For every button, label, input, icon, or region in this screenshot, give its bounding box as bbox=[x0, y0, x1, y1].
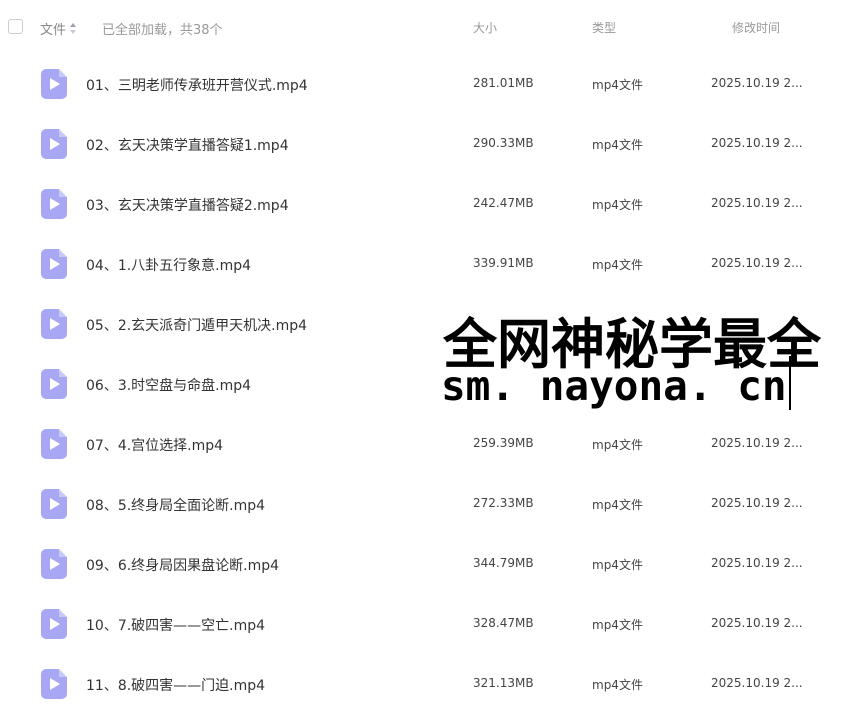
file-name[interactable]: 01、三明老师传承班开营仪式.mp4 bbox=[86, 75, 308, 95]
file-size: 281.01MB bbox=[473, 76, 534, 90]
file-size: 290.33MB bbox=[473, 136, 534, 150]
watermark-url: sm. nayona. cn bbox=[441, 362, 787, 410]
play-icon bbox=[50, 378, 60, 390]
file-modified-time: 2025.10.19 2... bbox=[711, 676, 803, 690]
play-icon bbox=[50, 498, 60, 510]
play-icon bbox=[50, 138, 60, 150]
file-row[interactable]: 10、7.破四害——空亡.mp4 328.47MB mp4文件 2025.10.… bbox=[0, 594, 845, 654]
text-cursor bbox=[789, 356, 791, 410]
sort-icon[interactable] bbox=[70, 22, 77, 35]
file-name[interactable]: 04、1.八卦五行象意.mp4 bbox=[86, 255, 251, 275]
file-name[interactable]: 08、5.终身局全面论断.mp4 bbox=[86, 495, 265, 515]
file-name[interactable]: 07、4.宫位选择.mp4 bbox=[86, 435, 223, 455]
video-file-icon bbox=[41, 609, 67, 639]
video-file-icon bbox=[41, 429, 67, 459]
play-icon bbox=[50, 558, 60, 570]
file-size: 339.91MB bbox=[473, 256, 534, 270]
file-name[interactable]: 10、7.破四害——空亡.mp4 bbox=[86, 615, 265, 635]
file-type: mp4文件 bbox=[592, 138, 643, 152]
file-row[interactable]: 11、8.破四害——门迫.mp4 321.13MB mp4文件 2025.10.… bbox=[0, 654, 845, 714]
file-row[interactable]: 03、玄天决策学直播答疑2.mp4 242.47MB mp4文件 2025.10… bbox=[0, 174, 845, 234]
file-size: 344.79MB bbox=[473, 556, 534, 570]
file-modified-time: 2025.10.19 2... bbox=[711, 76, 803, 90]
file-size: 259.39MB bbox=[473, 436, 534, 450]
file-name[interactable]: 11、8.破四害——门迫.mp4 bbox=[86, 675, 265, 695]
file-type: mp4文件 bbox=[592, 678, 643, 692]
file-row[interactable]: 07、4.宫位选择.mp4 259.39MB mp4文件 2025.10.19 … bbox=[0, 414, 845, 474]
file-type: mp4文件 bbox=[592, 258, 643, 272]
file-type: mp4文件 bbox=[592, 618, 643, 632]
play-icon bbox=[50, 678, 60, 690]
file-row[interactable]: 01、三明老师传承班开营仪式.mp4 281.01MB mp4文件 2025.1… bbox=[0, 54, 845, 114]
play-icon bbox=[50, 78, 60, 90]
load-status-text: 已全部加载，共38个 bbox=[102, 23, 223, 38]
column-header-type[interactable]: 类型 bbox=[592, 19, 616, 36]
video-file-icon bbox=[41, 669, 67, 699]
file-modified-time: 2025.10.19 2... bbox=[711, 616, 803, 630]
file-modified-time: 2025.10.19 2... bbox=[711, 196, 803, 210]
file-modified-time: 2025.10.19 2... bbox=[711, 436, 803, 450]
video-file-icon bbox=[41, 489, 67, 519]
column-header-name[interactable]: 文件 bbox=[40, 19, 77, 38]
file-size: 321.13MB bbox=[473, 676, 534, 690]
file-name[interactable]: 03、玄天决策学直播答疑2.mp4 bbox=[86, 195, 289, 215]
file-type: mp4文件 bbox=[592, 78, 643, 92]
watermark-overlay: 全网神秘学最全 sm. nayona. cn bbox=[441, 296, 845, 416]
file-modified-time: 2025.10.19 2... bbox=[711, 136, 803, 150]
file-row[interactable]: 09、6.终身局因果盘论断.mp4 344.79MB mp4文件 2025.10… bbox=[0, 534, 845, 594]
file-size: 328.47MB bbox=[473, 616, 534, 630]
file-type: mp4文件 bbox=[592, 438, 643, 452]
file-name[interactable]: 09、6.终身局因果盘论断.mp4 bbox=[86, 555, 279, 575]
file-list-header: 文件 已全部加载，共38个 大小 类型 修改时间 bbox=[0, 0, 845, 55]
play-icon bbox=[50, 258, 60, 270]
file-type: mp4文件 bbox=[592, 498, 643, 512]
file-type: mp4文件 bbox=[592, 198, 643, 212]
column-header-modified-time[interactable]: 修改时间 bbox=[732, 19, 780, 36]
column-header-name-label: 文件 bbox=[40, 23, 67, 38]
video-file-icon bbox=[41, 549, 67, 579]
video-file-icon bbox=[41, 189, 67, 219]
video-file-icon bbox=[41, 129, 67, 159]
file-row[interactable]: 04、1.八卦五行象意.mp4 339.91MB mp4文件 2025.10.1… bbox=[0, 234, 845, 294]
file-modified-time: 2025.10.19 2... bbox=[711, 496, 803, 510]
file-modified-time: 2025.10.19 2... bbox=[711, 556, 803, 570]
file-modified-time: 2025.10.19 2... bbox=[711, 256, 803, 270]
file-size: 242.47MB bbox=[473, 196, 534, 210]
file-type: mp4文件 bbox=[592, 558, 643, 572]
column-header-size[interactable]: 大小 bbox=[473, 19, 497, 36]
play-icon bbox=[50, 438, 60, 450]
file-row[interactable]: 08、5.终身局全面论断.mp4 272.33MB mp4文件 2025.10.… bbox=[0, 474, 845, 534]
video-file-icon bbox=[41, 369, 67, 399]
video-file-icon bbox=[41, 69, 67, 99]
video-file-icon bbox=[41, 249, 67, 279]
video-file-icon bbox=[41, 309, 67, 339]
select-all-checkbox[interactable] bbox=[8, 19, 23, 34]
play-icon bbox=[50, 198, 60, 210]
file-name[interactable]: 05、2.玄天派奇门遁甲天机决.mp4 bbox=[86, 315, 307, 335]
file-size: 272.33MB bbox=[473, 496, 534, 510]
file-row[interactable]: 02、玄天决策学直播答疑1.mp4 290.33MB mp4文件 2025.10… bbox=[0, 114, 845, 174]
play-icon bbox=[50, 318, 60, 330]
file-name[interactable]: 02、玄天决策学直播答疑1.mp4 bbox=[86, 135, 289, 155]
file-name[interactable]: 06、3.时空盘与命盘.mp4 bbox=[86, 375, 251, 395]
play-icon bbox=[50, 618, 60, 630]
